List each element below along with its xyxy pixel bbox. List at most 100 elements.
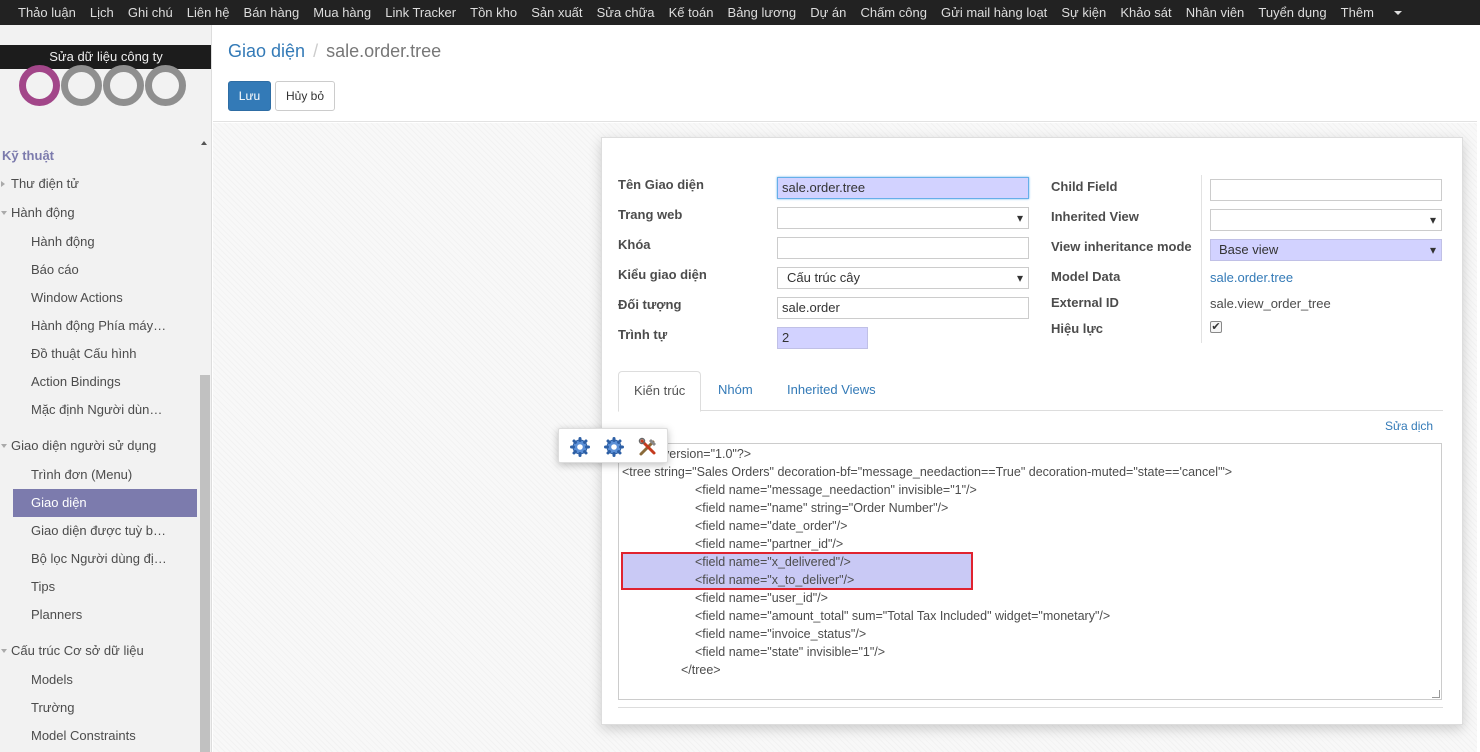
sidebar-item[interactable]: Trình đơn (Menu) [0, 461, 200, 489]
code-line: <field name="amount_total" sum="Total Ta… [695, 609, 1111, 623]
control-panel: Giao diện / sale.order.tree Lưu Hủy bỏ [213, 25, 1480, 122]
sidebar-item[interactable]: Hành động [0, 199, 200, 228]
code-line: <field name="partner_id"/> [695, 537, 844, 551]
sidebar-item[interactable]: Action Bindings [0, 368, 200, 396]
sidebar-item[interactable]: Báo cáo [0, 256, 200, 284]
view-name-input[interactable]: sale.order.tree [777, 177, 1029, 199]
sidebar-item[interactable]: Window Actions [0, 284, 200, 312]
top-menu-item[interactable]: Nhân viên [1186, 5, 1245, 20]
sidebar-item[interactable]: Thư điện tử [0, 170, 200, 199]
top-menu-item[interactable]: Link Tracker [385, 5, 456, 20]
sequence-label: Trình tự [618, 327, 668, 342]
top-menu-item[interactable]: Dự án [810, 5, 846, 20]
child-field-label: Child Field [1051, 179, 1118, 194]
model-data-label: Model Data [1051, 269, 1121, 284]
sidebar-section-title: Kỹ thuật [2, 148, 54, 163]
sidebar: Sửa dữ liệu công ty Kỹ thuật Thư điện tử… [0, 25, 212, 752]
inheritance-mode-label: View inheritance mode [1051, 239, 1192, 254]
model-data-link[interactable]: sale.order.tree [1210, 270, 1293, 285]
sidebar-item[interactable]: Đồ thuật Cấu hình [0, 340, 200, 368]
sidebar-item[interactable]: Tips [0, 573, 200, 601]
code-line: <field name="x_to_deliver"/> [695, 573, 855, 587]
sidebar-item[interactable]: Cấu trúc Cơ sở dữ liệu [0, 637, 200, 666]
cancel-button[interactable]: Hủy bỏ [275, 81, 335, 111]
sidebar-item[interactable]: Giao diện [13, 489, 197, 517]
active-checkbox[interactable]: ✔ [1210, 321, 1222, 333]
tab-architecture[interactable]: Kiến trúc [618, 371, 702, 412]
top-menu-item[interactable]: Bán hàng [244, 5, 300, 20]
breadcrumb: Giao diện / sale.order.tree [228, 41, 441, 62]
key-label: Khóa [618, 237, 651, 252]
top-menu-item[interactable]: Lịch [90, 5, 114, 20]
website-label: Trang web [618, 207, 683, 222]
breadcrumb-current: sale.order.tree [326, 41, 442, 61]
external-id-value: sale.view_order_tree [1210, 296, 1331, 311]
scroll-up-icon[interactable] [201, 141, 207, 145]
edit-translation-link[interactable]: Sửa dịch [1385, 419, 1433, 433]
top-menu: Thảo luận Lịch Ghi chú Liên hệ Bán hàng Mua h… [0, 0, 1480, 25]
code-line: <field name="x_delivered"/> [695, 555, 851, 569]
key-input[interactable] [777, 237, 1029, 259]
save-button[interactable]: Lưu [228, 81, 271, 111]
sidebar-item[interactable]: Hành động Phía máy… [0, 312, 200, 340]
caret-down-icon [1394, 10, 1402, 15]
top-menu-item[interactable]: Gửi mail hàng loạt [941, 5, 1047, 20]
top-menu-item[interactable]: Sửa chữa [597, 5, 655, 20]
tab-inherited-views[interactable]: Inherited Views [772, 371, 891, 411]
view-name-label: Tên Giao diện [618, 177, 704, 192]
top-menu-item[interactable]: Mua hàng [313, 5, 371, 20]
sidebar-item[interactable]: Hành động [0, 228, 200, 256]
view-type-label: Kiểu giao diện [618, 267, 707, 282]
notebook-tabs: Kiến trúc Nhóm Inherited Views [618, 371, 1443, 412]
sheet-bottom-divider [618, 707, 1443, 708]
code-line: <field name="user_id"/> [695, 591, 828, 605]
top-menu-item[interactable]: Thêm [1341, 5, 1374, 20]
debug-toolbox [558, 428, 668, 463]
sidebar-item[interactable]: Giao diện được tuỳ b… [0, 517, 200, 545]
sidebar-item[interactable]: Bộ lọc Người dùng đị… [0, 545, 200, 573]
tab-groups[interactable]: Nhóm [703, 371, 768, 411]
gear-icon[interactable] [570, 437, 590, 457]
top-menu-item[interactable]: Thảo luận [18, 5, 76, 20]
breadcrumb-parent-link[interactable]: Giao diện [228, 41, 305, 61]
breadcrumb-separator: / [313, 41, 319, 61]
top-menu-item[interactable]: Tuyển dụng [1258, 5, 1326, 20]
model-input[interactable]: sale.order [777, 297, 1029, 319]
sidebar-scrollbar[interactable] [200, 375, 210, 752]
inheritance-mode-select[interactable]: Base view [1210, 239, 1442, 261]
sidebar-item[interactable]: Models [0, 666, 200, 694]
resize-handle-icon[interactable] [1432, 690, 1440, 698]
child-field-input[interactable] [1210, 179, 1442, 201]
settings-gear-icon[interactable] [604, 437, 624, 457]
column-divider [1201, 175, 1202, 343]
top-menu-item[interactable]: Tồn kho [470, 5, 517, 20]
website-select[interactable] [777, 207, 1029, 229]
top-menu-item[interactable]: Liên hệ [187, 5, 230, 20]
tools-icon[interactable] [638, 437, 658, 457]
code-line: <field name="name" string="Order Number"… [695, 501, 949, 515]
top-menu-item[interactable]: Kế toán [669, 5, 714, 20]
sidebar-item[interactable]: Giao diện người sử dụng [0, 432, 200, 461]
sidebar-item[interactable]: Planners [0, 601, 200, 629]
sequence-input[interactable]: 2 [777, 327, 868, 349]
sidebar-item[interactable]: Mặc định Người dùn… [0, 396, 200, 424]
sidebar-item[interactable]: Model Constraints [0, 722, 200, 750]
top-menu-item[interactable]: Khảo sát [1120, 5, 1171, 20]
code-line: <field name="date_order"/> [695, 519, 848, 533]
sidebar-menu: Thư điện tử Hành động Hành động Báo cáo Wind… [0, 170, 200, 750]
top-menu-bar: Thảo luận Lịch Ghi chú Liên hệ Bán hàng Mua h… [0, 0, 1480, 25]
view-type-select[interactable]: Cấu trúc cây [777, 267, 1029, 289]
sidebar-item[interactable]: Trường [0, 694, 200, 722]
company-logo[interactable]: Sửa dữ liệu công ty [0, 45, 211, 135]
top-menu-item[interactable]: Sự kiện [1061, 5, 1106, 20]
code-line: version="1.0"?> [663, 447, 752, 461]
code-line: </tree> [681, 663, 721, 677]
code-line: <tree string="Sales Orders" decoration-b… [622, 465, 1233, 479]
top-menu-item[interactable]: Ghi chú [128, 5, 173, 20]
top-menu-item[interactable]: Bảng lương [728, 5, 797, 20]
active-label: Hiệu lực [1051, 321, 1104, 336]
inherited-view-select[interactable] [1210, 209, 1442, 231]
top-menu-item[interactable]: Chấm công [860, 5, 926, 20]
model-label: Đối tượng [618, 297, 682, 312]
top-menu-item[interactable]: Sản xuất [531, 5, 582, 20]
